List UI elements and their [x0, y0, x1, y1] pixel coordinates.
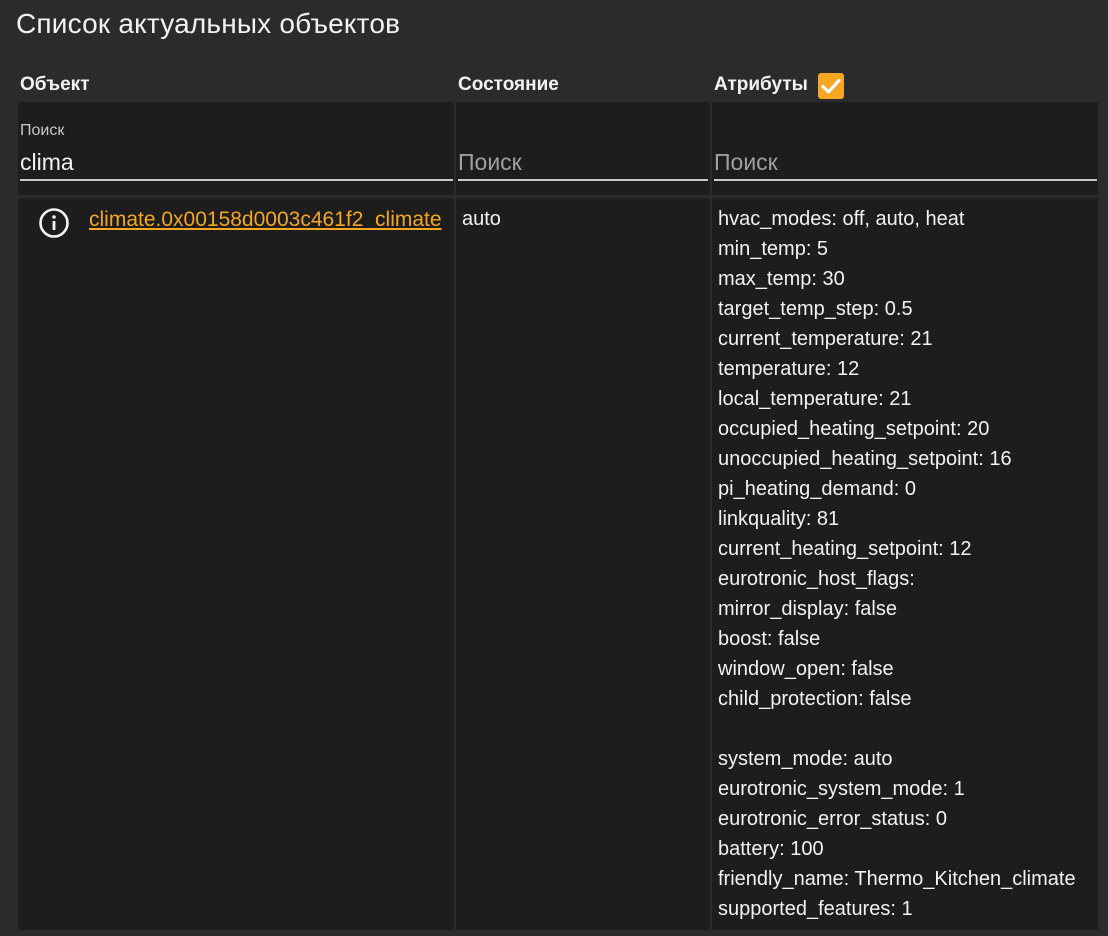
- attribute-line: mirror_display: false: [718, 598, 897, 620]
- attribute-line: supported_features: 1: [718, 898, 913, 920]
- entity-filter-input[interactable]: [20, 145, 453, 181]
- table-row: [18, 198, 454, 930]
- attribute-line: temperature: 12: [718, 358, 860, 380]
- attribute-line: hvac_modes: off, auto, heat: [718, 208, 965, 230]
- attribute-line: linkquality: 81: [718, 508, 840, 530]
- entity-state: auto: [462, 208, 501, 230]
- attribute-line: current_temperature: 21: [718, 328, 933, 350]
- checkmark-icon: [821, 78, 841, 94]
- entity-id-link[interactable]: climate.0x00158d0003c461f2_climate: [89, 208, 442, 232]
- attribute-line: local_temperature: 21: [718, 388, 912, 410]
- attribute-line: unoccupied_heating_setpoint: 16: [718, 448, 1012, 470]
- attributes-checkbox[interactable]: [818, 73, 844, 99]
- attribute-line: target_temp_step: 0.5: [718, 298, 913, 320]
- entity-filter-label: Поиск: [20, 122, 65, 139]
- attribute-line: min_temp: 5: [718, 238, 829, 260]
- attribute-line: eurotronic_host_flags:: [718, 568, 915, 590]
- attribute-line: occupied_heating_setpoint: 20: [718, 418, 990, 440]
- header-attributes: Атрибуты: [714, 74, 808, 95]
- table-row-state-cell: [456, 198, 710, 930]
- info-circle-icon[interactable]: [38, 207, 70, 239]
- attribute-line: battery: 100: [718, 838, 824, 860]
- attribute-line: max_temp: 30: [718, 268, 845, 290]
- attribute-line: eurotronic_system_mode: 1: [718, 778, 965, 800]
- page-title: Список актуальных объектов: [16, 8, 401, 39]
- attribute-line: window_open: false: [718, 658, 894, 680]
- state-filter-input[interactable]: [458, 145, 708, 181]
- attribute-line: boost: false: [718, 628, 821, 650]
- attribute-line: pi_heating_demand: 0: [718, 478, 916, 500]
- attributes-filter-input[interactable]: [714, 145, 1097, 181]
- attribute-line: friendly_name: Thermo_Kitchen_climate: [718, 868, 1076, 890]
- attribute-line: system_mode: auto: [718, 748, 893, 770]
- attribute-line: child_protection: false: [718, 688, 912, 710]
- attribute-line: [718, 714, 1076, 744]
- header-entity: Объект: [20, 74, 90, 95]
- attributes-list: hvac_modes: off, auto, heat min_temp: 5 …: [718, 204, 1076, 924]
- header-state: Состояние: [458, 74, 559, 95]
- attribute-line: current_heating_setpoint: 12: [718, 538, 972, 560]
- attribute-line: eurotronic_error_status: 0: [718, 808, 948, 830]
